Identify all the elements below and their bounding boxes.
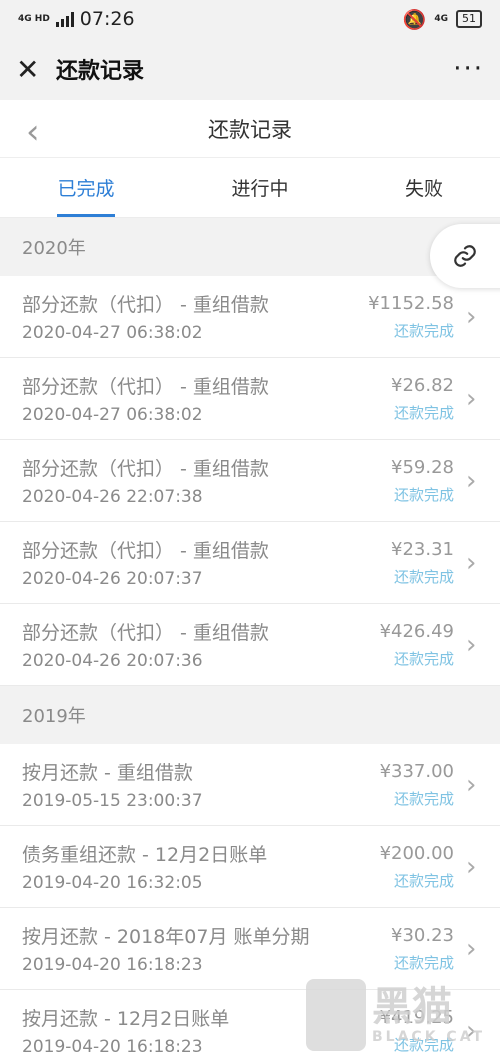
repayment-amount: ¥26.82 [391,374,454,396]
tab-bar: 已完成 进行中 失败 [0,158,500,218]
signal-icon [55,11,74,27]
network-label: 4G HD [18,13,50,24]
status-label: 还款完成 [393,403,454,422]
repayment-date: 2020-04-26 20:07:36 [22,651,203,671]
status-label: 还款完成 [393,567,454,586]
chevron-right-icon: › [466,383,477,414]
back-icon[interactable]: ‹ [26,112,40,152]
link-icon [454,245,476,267]
repayment-amount: ¥59.28 [391,456,454,478]
chevron-right-icon: › [466,465,477,496]
repayment-name: 部分还款（代扣） - 重组借款 [22,376,269,398]
chevron-right-icon: › [466,301,477,332]
clock: 07:26 [79,8,135,30]
tab-completed[interactable]: 已完成 [0,158,172,217]
year-header: 2020年 [0,218,500,276]
chevron-right-icon: › [466,629,477,660]
page-title: 还款记录 [208,117,292,142]
repayment-amount: ¥23.31 [391,538,454,560]
tab-failed[interactable]: 失败 [348,158,500,217]
repayment-name: 债务重组还款 - 12月2日账单 [22,844,268,866]
page-header: ‹ 还款记录 [0,100,500,158]
chevron-right-icon: › [466,769,477,800]
list-item[interactable]: 部分还款（代扣） - 重组借款 2020-04-26 20:07:36 ¥426.… [0,604,500,686]
status-label: 还款完成 [393,871,454,890]
mute-icon: 🔕 [402,8,427,31]
tab-in-progress[interactable]: 进行中 [172,158,348,217]
share-link-button[interactable] [430,224,500,288]
repayment-amount: ¥426.49 [379,620,454,642]
app-title: 还款记录 [56,59,145,84]
repayment-amount: ¥200.00 [379,842,454,864]
repayment-name: 按月还款 - 2018年07月 账单分期 [22,926,310,948]
list-item[interactable]: 按月还款 - 重组借款 2019-05-15 23:00:37 ¥337.00 还款… [0,744,500,826]
list-item[interactable]: 债务重组还款 - 12月2日账单 2019-04-20 16:32:05 ¥200… [0,826,500,908]
repayment-amount: ¥1152.58 [368,292,454,314]
battery-icon: 51 [456,10,482,28]
repayment-name: 部分还款（代扣） - 重组借款 [22,540,269,562]
repayment-date: 2019-04-20 16:18:23 [22,955,203,975]
status-label: 还款完成 [393,485,454,504]
repayment-name: 部分还款（代扣） - 重组借款 [22,294,269,316]
repayment-date: 2020-04-26 20:07:37 [22,569,203,589]
chevron-right-icon: › [466,851,477,882]
year-header: 2019年 [0,686,500,744]
watermark-cn: 黑猫 [372,984,452,1030]
cat-logo-icon [306,979,366,1051]
list-item[interactable]: 部分还款（代扣） - 重组借款 2020-04-26 22:07:38 ¥59.2… [0,440,500,522]
repayment-name: 按月还款 - 重组借款 [22,762,193,784]
repayment-date: 2019-04-20 16:32:05 [22,873,203,893]
watermark-en: BLACK CAT [372,1029,485,1045]
repayment-name: 部分还款（代扣） - 重组借款 [22,458,269,480]
repayment-date: 2020-04-27 06:38:02 [22,323,203,343]
network-label-right: 4G [434,13,448,24]
repayment-name: 部分还款（代扣） - 重组借款 [22,622,269,644]
repayment-date: 2019-05-15 23:00:37 [22,791,203,811]
repayment-amount: ¥30.23 [391,924,454,946]
more-options-icon[interactable]: ··· [453,54,484,84]
status-bar: 4G HD 07:26 🔕 4G 51 [0,0,500,38]
chevron-right-icon: › [466,547,477,578]
list-item[interactable]: 部分还款（代扣） - 重组借款 2020-04-26 20:07:37 ¥23.3… [0,522,500,604]
watermark-logo: 黑猫 BLACK CAT [306,975,500,1055]
repayment-amount: ¥337.00 [379,760,454,782]
repayment-date: 2020-04-26 22:07:38 [22,487,203,507]
status-label: 还款完成 [393,953,454,972]
list-item[interactable]: 部分还款（代扣） - 重组借款 2020-04-27 06:38:02 ¥26.8… [0,358,500,440]
close-icon[interactable]: ✕ [16,53,50,86]
list-item[interactable]: 部分还款（代扣） - 重组借款 2020-04-27 06:38:02 ¥1152… [0,276,500,358]
chevron-right-icon: › [466,933,477,964]
repayment-date: 2020-04-27 06:38:02 [22,405,203,425]
status-label: 还款完成 [393,789,454,808]
status-label: 还款完成 [393,321,454,340]
app-bar: ✕ 还款记录 ··· [0,38,500,100]
status-label: 还款完成 [393,649,454,668]
